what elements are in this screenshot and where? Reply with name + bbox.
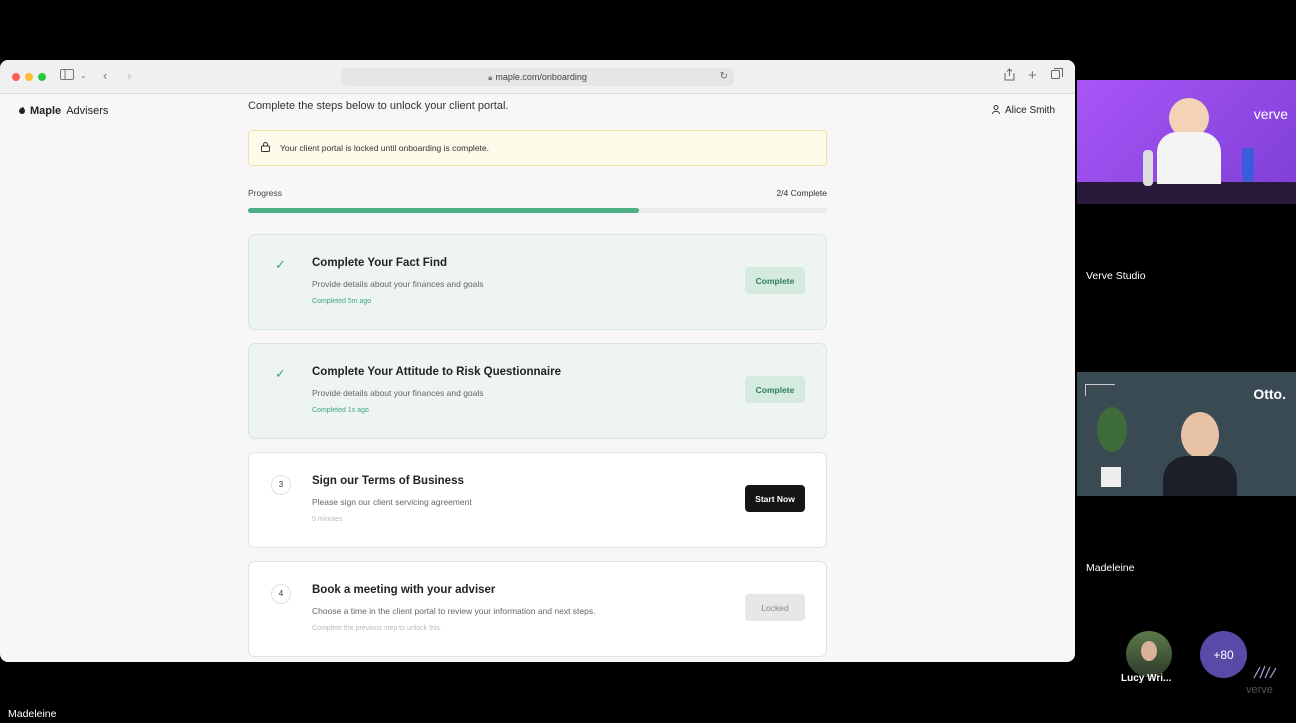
avatar[interactable] [1126, 631, 1172, 677]
step-description: Provide details about your finances and … [312, 279, 484, 289]
user-name: Alice Smith [1004, 105, 1055, 116]
step-status-text: Completed 1s ago [312, 407, 369, 414]
browser-toolbar: ⌄ ‹ › 🔒︎ maple.com/onboarding ↻ + [0, 60, 1075, 94]
person-figure [1181, 412, 1219, 458]
notice-text: Your client portal is locked until onboa… [280, 143, 490, 153]
user-menu[interactable]: Alice Smith [991, 105, 1055, 116]
forward-icon[interactable]: › [127, 68, 131, 84]
avatar-face [1141, 641, 1157, 661]
check-icon: ✓ [275, 366, 286, 381]
reload-icon[interactable]: ↻ [720, 68, 728, 86]
presenter-name: Madeleine [8, 708, 57, 720]
verve-corner-logo: verve [1246, 684, 1273, 696]
logo-bold: Maple [30, 105, 62, 117]
progress-count: 2/4 Complete [776, 188, 827, 198]
url-text: maple.com/onboarding [495, 72, 587, 82]
video-tile-madeleine[interactable]: Otto. [1077, 372, 1296, 496]
step-number: 4 [271, 584, 291, 604]
start-now-button[interactable]: Start Now [745, 485, 805, 512]
sidebar-toggle-icon[interactable] [60, 68, 74, 84]
participant-name-lucy: Lucy Wri... [1121, 673, 1172, 684]
verve-corner-logo-mark [1250, 664, 1280, 680]
close-window-button[interactable] [12, 73, 20, 81]
lock-icon: 🔒︎ [488, 73, 493, 82]
step-status-text: Complete the previous step to unlock thi… [312, 625, 442, 632]
progress-label: Progress [248, 188, 283, 198]
step-card-meeting: 4 Book a meeting with your adviser Choos… [248, 561, 827, 657]
plant [1097, 407, 1127, 452]
logo[interactable]: Maple Advisers [17, 105, 109, 117]
logo-rest: Advisers [66, 105, 109, 117]
step-title: Book a meeting with your adviser [312, 584, 496, 596]
back-icon[interactable]: ‹ [103, 68, 107, 84]
locked-notice: Your client portal is locked until onboa… [248, 130, 827, 166]
address-bar[interactable]: 🔒︎ maple.com/onboarding ↻ [341, 68, 734, 86]
plant-pot [1101, 467, 1121, 487]
lock-icon [261, 141, 270, 155]
otto-brand-logo: Otto. [1253, 386, 1286, 402]
water-bottle [1242, 148, 1254, 182]
step-description: Choose a time in the client portal to re… [312, 606, 596, 616]
step-status-text: Completed 5m ago [312, 298, 372, 305]
page-intro: Complete the steps below to unlock your … [248, 100, 509, 112]
step-card-risk-questionnaire: ✓ Complete Your Attitude to Risk Questio… [248, 343, 827, 439]
participant-name-madeleine: Madeleine [1086, 562, 1135, 574]
progress-bar-fill [248, 208, 639, 213]
page-content: Maple Advisers Alice Smith Complete the s… [0, 93, 1075, 662]
leaf-icon [17, 106, 27, 116]
tab-overview-icon[interactable] [1051, 68, 1063, 84]
step-description: Please sign our client servicing agreeme… [312, 497, 472, 507]
window-controls [12, 73, 46, 81]
person-body [1157, 132, 1221, 184]
step-title: Complete Your Attitude to Risk Questionn… [312, 366, 561, 378]
desk [1077, 182, 1296, 204]
chevron-down-icon[interactable]: ⌄ [80, 68, 87, 84]
step-title: Complete Your Fact Find [312, 257, 448, 269]
frame-line [1085, 384, 1086, 396]
participant-name-studio: Verve Studio [1086, 270, 1146, 282]
new-tab-icon[interactable]: + [1028, 68, 1037, 84]
studio-brand-logo: verve [1253, 106, 1288, 122]
browser-window: ⌄ ‹ › 🔒︎ maple.com/onboarding ↻ + Maple Ad… [0, 60, 1075, 662]
frame-line [1085, 384, 1115, 385]
step-number: 3 [271, 475, 291, 495]
step-card-terms: 3 Sign our Terms of Business Please sign… [248, 452, 827, 548]
step-description: Provide details about your finances and … [312, 388, 484, 398]
share-icon[interactable] [1004, 68, 1015, 85]
step-duration: 5 minutes [312, 516, 343, 523]
check-icon: ✓ [275, 257, 286, 272]
complete-button[interactable]: Complete [745, 376, 805, 403]
more-participants-badge[interactable]: +80 [1200, 631, 1247, 678]
complete-button[interactable]: Complete [745, 267, 805, 294]
person-body [1163, 456, 1237, 496]
video-tile-studio[interactable]: verve [1077, 80, 1296, 204]
microphone [1143, 150, 1153, 186]
step-title: Sign our Terms of Business [312, 475, 464, 487]
minimize-window-button[interactable] [25, 73, 33, 81]
progress-bar [248, 208, 827, 213]
user-icon [991, 105, 1000, 116]
maximize-window-button[interactable] [38, 73, 46, 81]
step-card-fact-find: ✓ Complete Your Fact Find Provide detail… [248, 234, 827, 330]
locked-button: Locked [745, 594, 805, 621]
